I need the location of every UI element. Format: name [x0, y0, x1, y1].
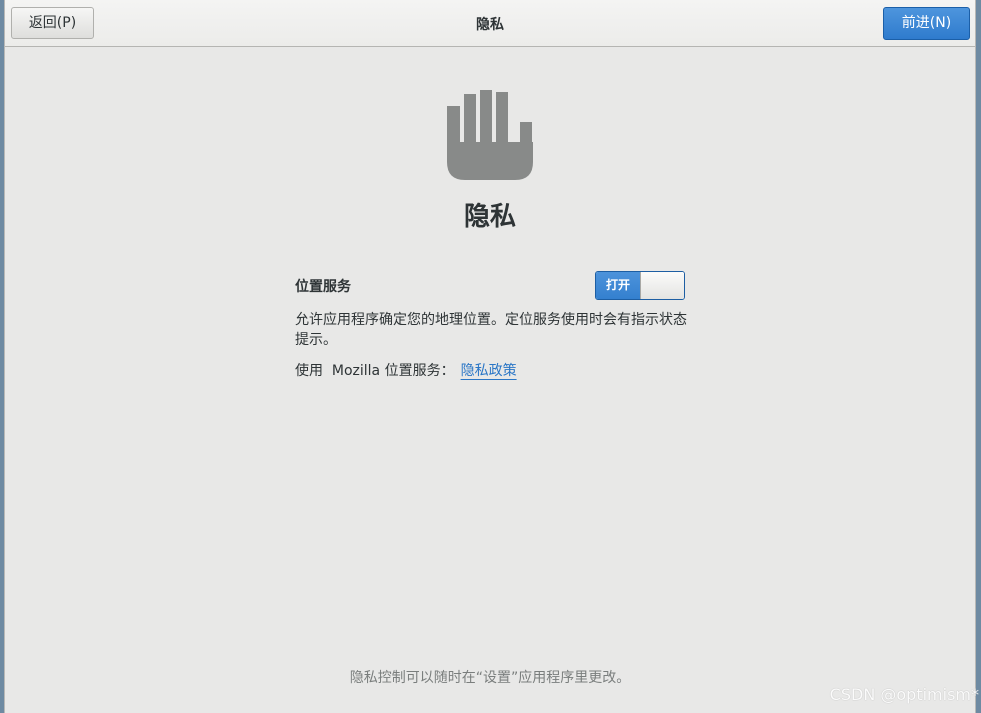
location-services-switch[interactable]: 打开 — [595, 271, 685, 300]
switch-knob[interactable] — [640, 272, 684, 299]
location-services-label: 位置服务 — [295, 279, 351, 295]
header-title: 隐私 — [476, 17, 504, 33]
header-bar: 返回(P) 隐私 前进(N) — [5, 0, 975, 47]
watermark: CSDN @optimism* — [829, 685, 979, 704]
page-title: 隐私 — [463, 202, 516, 232]
privacy-policy-link[interactable]: 隐私政策 — [461, 363, 517, 379]
mozilla-prefix: 使用 Mozilla 位置服务： — [295, 363, 455, 379]
footer-note: 隐私控制可以随时在“设置”应用程序里更改。 — [349, 670, 631, 686]
next-button[interactable]: 前进(N) — [883, 7, 970, 40]
mozilla-service-line: 使用 Mozilla 位置服务： 隐私政策 — [295, 360, 517, 380]
location-description: 允许应用程序确定您的地理位置。定位服务使用时会有指示状态提示。 — [295, 312, 687, 348]
switch-on-label: 打开 — [596, 272, 640, 299]
hand-stop-icon — [447, 90, 533, 180]
privacy-window: 返回(P) 隐私 前进(N) 隐私 位置服务 打开 允许应用程序确定您的地理位置… — [4, 0, 976, 713]
